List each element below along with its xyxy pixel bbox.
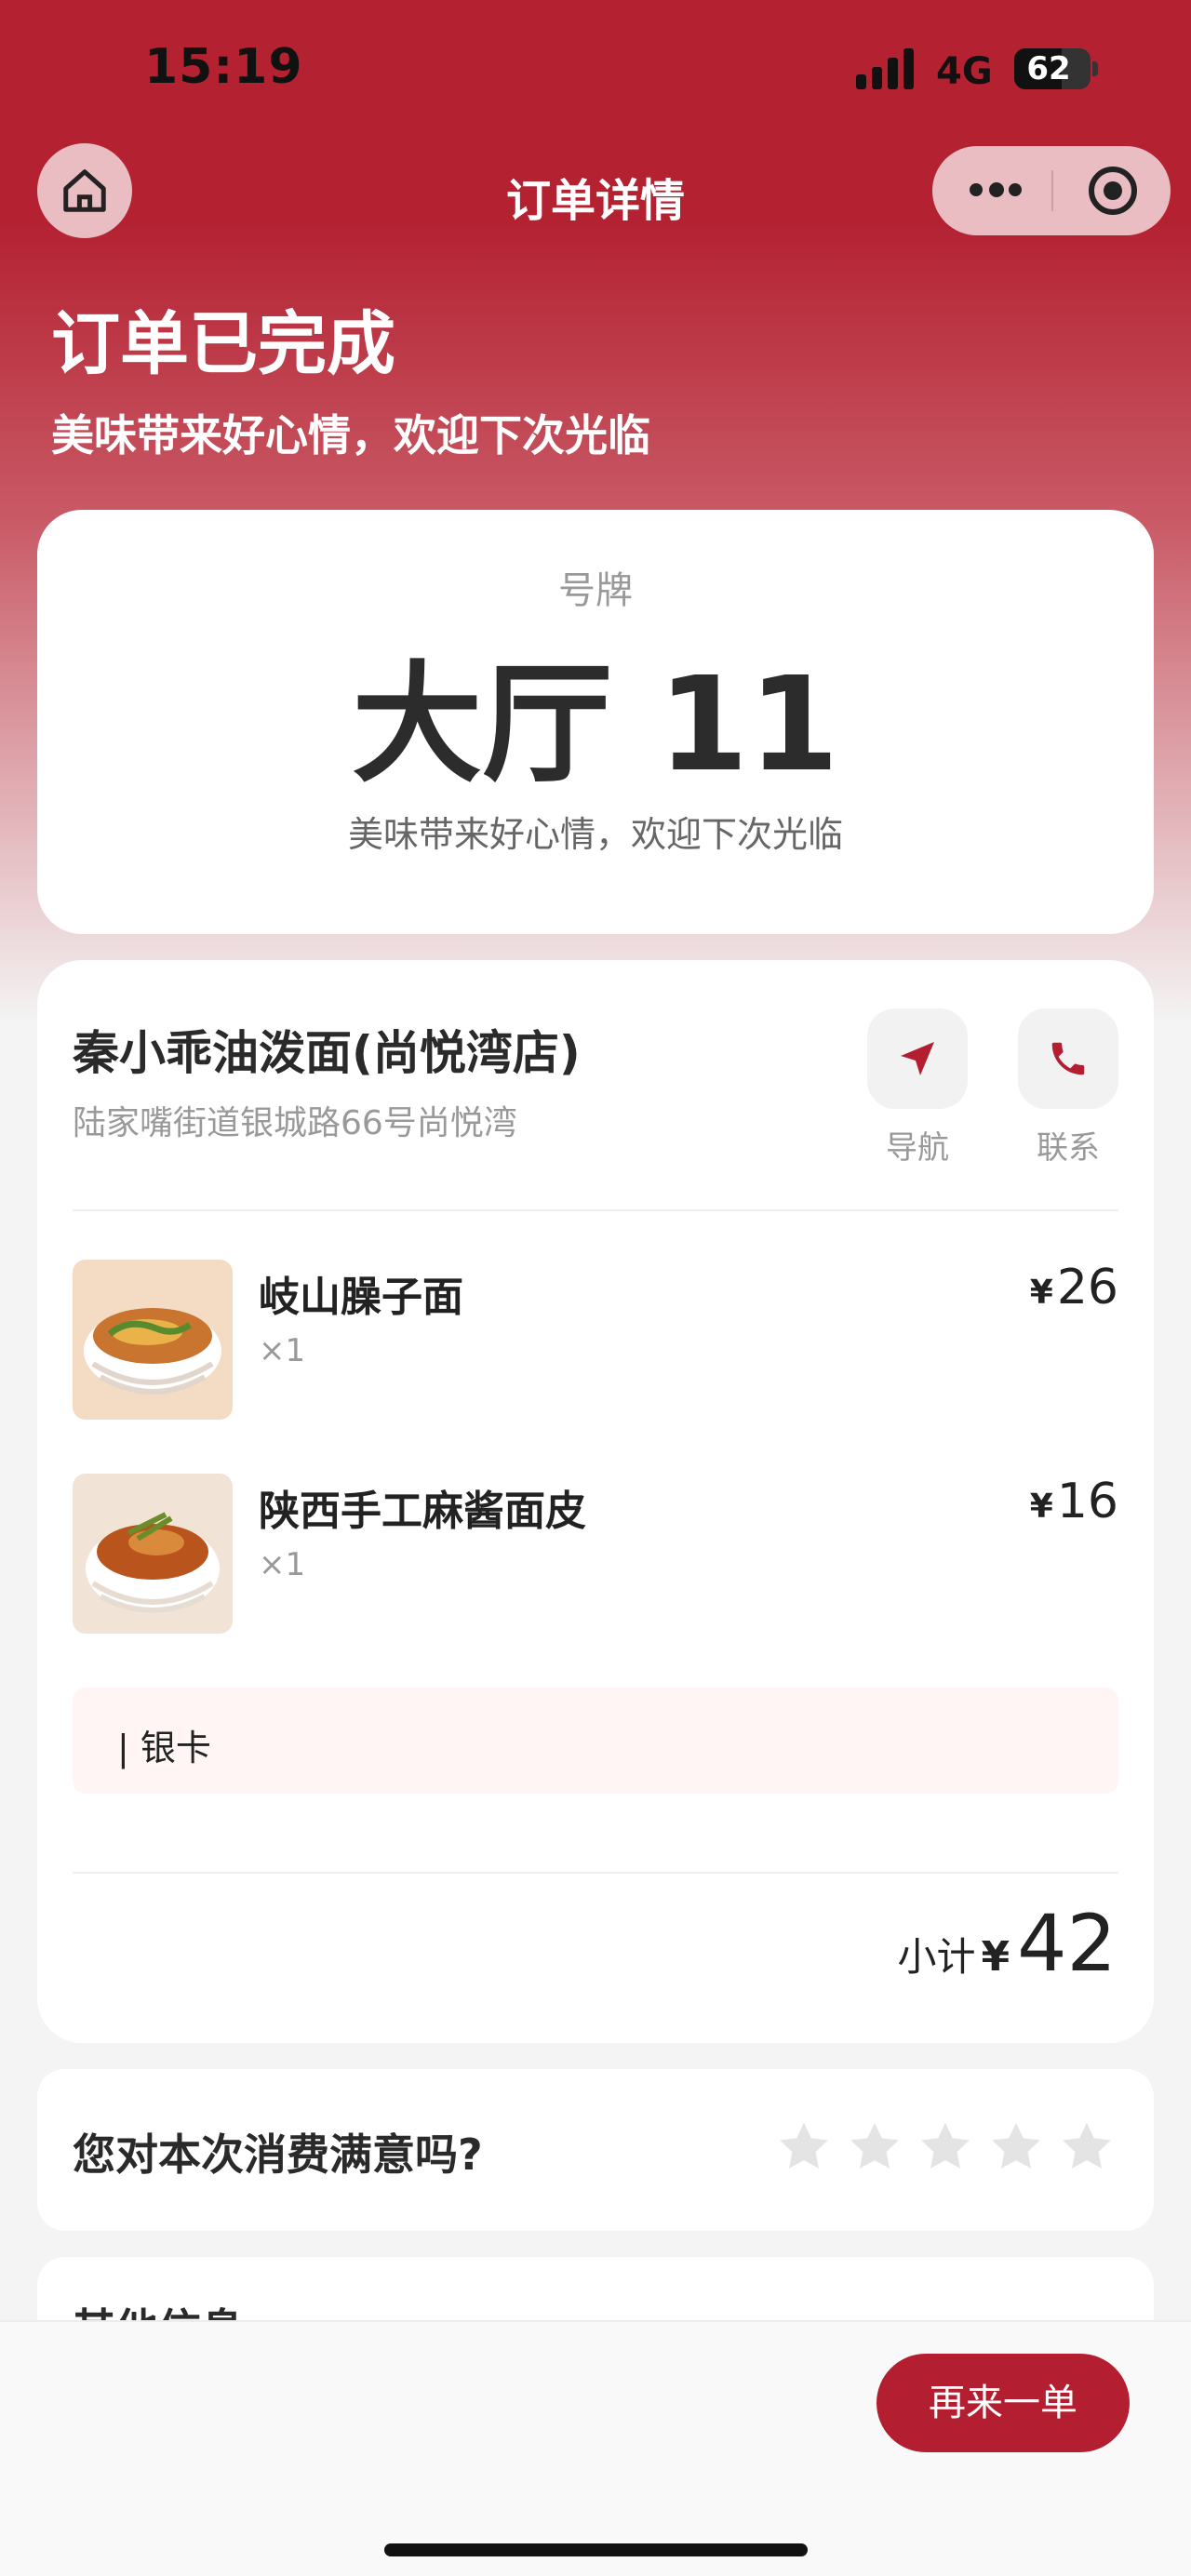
divider: [73, 1209, 1118, 1211]
dish-price-value: 16: [1056, 1474, 1118, 1529]
currency-symbol: ¥: [981, 1933, 1010, 1981]
dish-quantity: ×1: [259, 1332, 306, 1369]
star-icon[interactable]: [986, 2117, 1046, 2177]
subtotal-value: 42: [1017, 1898, 1117, 1989]
battery-level: 62: [1026, 50, 1071, 87]
member-remark: | 银卡: [73, 1688, 1118, 1794]
star-icon[interactable]: [916, 2117, 975, 2177]
order-subtitle: 美味带来好心情，欢迎下次光临: [51, 410, 650, 460]
dish-price-value: 26: [1056, 1260, 1118, 1315]
battery-icon: 62: [1014, 48, 1091, 89]
star-icon[interactable]: [774, 2117, 834, 2177]
rating-question: 您对本次消费满意吗?: [73, 2129, 483, 2180]
dish-quantity: ×1: [259, 1546, 306, 1583]
star-icon[interactable]: [845, 2117, 904, 2177]
dish-name: 岐山臊子面: [259, 1274, 463, 1321]
dish-price: ¥16: [1030, 1474, 1118, 1529]
dish-price: ¥26: [1030, 1260, 1118, 1315]
navigate-label: 导航: [886, 1129, 949, 1167]
signal-icon: [856, 48, 914, 89]
contact-button[interactable]: 联系: [1018, 1008, 1118, 1168]
order-status: 订单已完成: [51, 304, 395, 384]
currency-symbol: ¥: [1029, 1274, 1053, 1312]
star-rating: [774, 2117, 1117, 2177]
ticket-label: 号牌: [558, 569, 633, 612]
phone-icon: [1051, 1042, 1085, 1075]
home-indicator: [384, 2543, 808, 2556]
more-dots-icon[interactable]: [970, 174, 1022, 207]
divider: [73, 1872, 1118, 1874]
ticket-number: 大厅 11: [352, 649, 839, 801]
dish-name: 陕西手工麻酱面皮: [259, 1488, 586, 1535]
dish-image: [73, 1474, 233, 1634]
shop-name: 秦小乖油泼面(尚悦湾店): [73, 1026, 581, 1080]
mini-program-capsule: [932, 146, 1171, 235]
target-circle-icon[interactable]: [1089, 167, 1137, 215]
ticket-card: 号牌 大厅 11 美味带来好心情，欢迎下次光临: [37, 510, 1154, 934]
shop-address: 陆家嘴街道银城路66号尚悦湾: [73, 1104, 517, 1142]
remark-text: | 银卡: [117, 1728, 211, 1768]
navigation-arrow-icon: [901, 1042, 934, 1075]
currency-symbol: ¥: [1029, 1488, 1053, 1526]
rating-card: 您对本次消费满意吗?: [37, 2069, 1154, 2231]
capsule-divider: [1051, 170, 1053, 211]
bottom-action-bar: 再来一单: [0, 2320, 1191, 2576]
network-type: 4G: [936, 50, 993, 93]
ticket-note: 美味带来好心情，欢迎下次光临: [347, 814, 843, 855]
list-item: 岐山臊子面 ×1 ¥26: [73, 1260, 1118, 1420]
status-time: 15:19: [144, 39, 303, 95]
dish-image: [73, 1260, 233, 1420]
reorder-button[interactable]: 再来一单: [877, 2354, 1130, 2452]
navigate-button[interactable]: 导航: [867, 1008, 968, 1168]
order-card: 秦小乖油泼面(尚悦湾店) 陆家嘴街道银城路66号尚悦湾 导航 联系 岐山臊子面 …: [37, 960, 1154, 2043]
subtotal: 小计 ¥ 42: [897, 1898, 1117, 1989]
star-icon[interactable]: [1057, 2117, 1117, 2177]
subtotal-label: 小计: [897, 1934, 976, 1980]
contact-label: 联系: [1037, 1129, 1100, 1167]
list-item: 陕西手工麻酱面皮 ×1 ¥16: [73, 1474, 1118, 1634]
battery-tip: [1092, 61, 1098, 76]
